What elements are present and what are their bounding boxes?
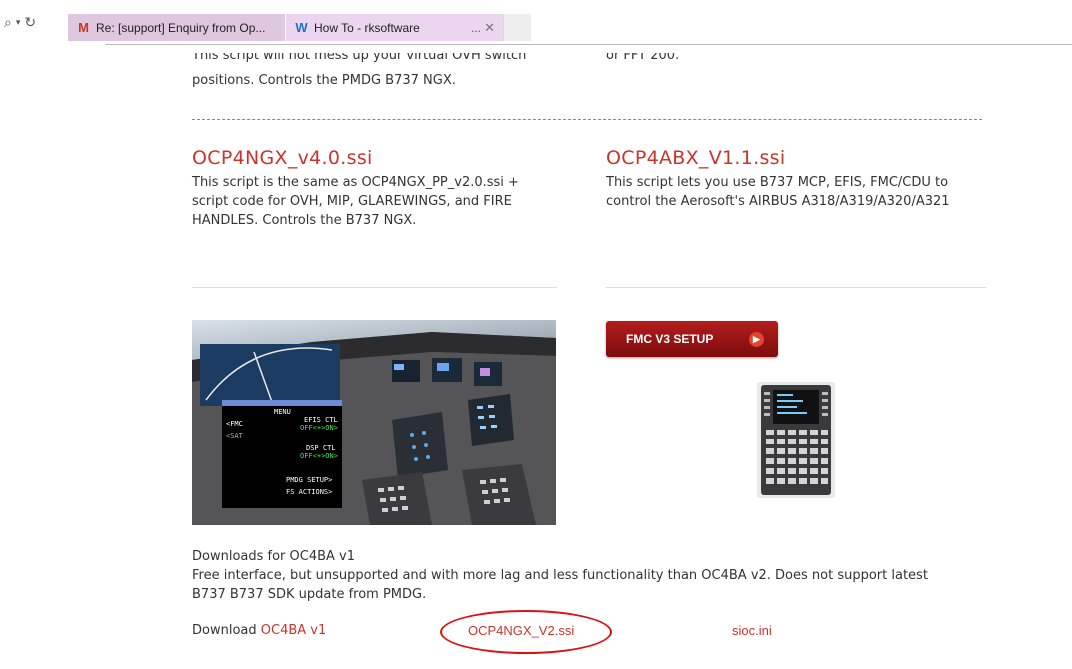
sioc-ini-link-wrap: sioc.ini	[732, 621, 772, 641]
right-card-desc: This script lets you use B737 MCP, EFIS,…	[606, 173, 950, 211]
fmc-button-label: FMC V3 SETUP	[626, 332, 714, 346]
tab-gmail[interactable]: M Re: [support] Enquiry from Op...	[68, 14, 285, 41]
intro-text: positions. Controls the PMDG B737 NGX.	[192, 73, 456, 88]
fmc-unit-illustration	[757, 382, 835, 498]
download-label: Download	[192, 623, 257, 638]
tab-label: How To - rksoftware	[314, 20, 420, 35]
tab-rksoftware[interactable]: W How To - rksoftware ... ✕	[286, 14, 503, 41]
downloads-desc-2: B737 B737 SDK update from PMDG.	[192, 587, 427, 602]
w-icon: W	[295, 20, 308, 35]
downloads-desc-1: Free interface, but unsupported and with…	[192, 568, 928, 583]
fs-actions-text: FS ACTIONS>	[286, 488, 333, 496]
desc-line: HANDLES. Controls the B737 NGX.	[192, 213, 417, 228]
intro-cut-line: This script will not mess up your virtua…	[192, 53, 527, 63]
dropdown-arrow-icon[interactable]: ▾	[16, 14, 21, 32]
fmc-hardware-photo	[757, 382, 835, 498]
address-tools: ⌕ ▾ ↻	[4, 14, 36, 32]
search-icon[interactable]: ⌕	[4, 14, 12, 32]
downloads-heading: Downloads for OC4BA v1	[192, 549, 356, 564]
chevron-right-icon: ▶	[749, 332, 764, 347]
efis-ctl-text: EFIS CTL	[304, 416, 338, 424]
dsp-ctl-text: DSP CTL	[306, 444, 336, 452]
page-content: This script will not mess up your virtua…	[0, 45, 1072, 669]
download-row: Download OC4BA v1	[192, 621, 326, 640]
desc-line: This script lets you use B737 MCP, EFIS,…	[606, 175, 949, 190]
new-tab-button[interactable]	[503, 14, 531, 41]
tab-label: Re: [support] Enquiry from Op...	[96, 20, 266, 35]
close-icon[interactable]: ✕	[484, 20, 495, 36]
refresh-icon[interactable]: ↻	[24, 14, 36, 32]
cockpit-photo: MENU <FMC <SAT EFIS CTL OFF<+>ON> DSP CT…	[192, 320, 556, 525]
pmdg-setup-text: PMDG SETUP>	[286, 476, 333, 484]
dashed-divider	[192, 119, 982, 120]
left-card-divider	[192, 287, 557, 288]
tab-ellipsis: ...	[470, 21, 481, 35]
sioc-ini-link[interactable]: sioc.ini	[732, 623, 772, 638]
oc4ba-v1-link[interactable]: OC4BA v1	[261, 623, 327, 638]
gmail-icon: M	[78, 20, 89, 35]
intro-right-cut-line: or FFT 200.	[606, 53, 680, 63]
left-card-desc: This script is the same as OCP4NGX_PP_v2…	[192, 173, 519, 230]
browser-tab-bar: ⌕ ▾ ↻ M Re: [support] Enquiry from Op...…	[0, 0, 1072, 44]
intro-right-cut: or FFT 200.	[606, 53, 726, 67]
intro-text-cut: This script will not mess up your virtua…	[192, 53, 572, 67]
fmc-v3-setup-button[interactable]: FMC V3 SETUP ▶	[606, 321, 778, 357]
desc-line: script code for OVH, MIP, GLAREWINGS, an…	[192, 194, 512, 209]
efis-state-text: OFF<+>ON>	[300, 424, 338, 432]
menu-text: MENU	[274, 408, 291, 416]
left-card-title[interactable]: OCP4NGX_v4.0.ssi	[192, 147, 373, 169]
right-card-divider	[606, 287, 986, 288]
fmc-text: <FMC	[226, 420, 243, 428]
highlight-circle-annotation	[440, 610, 612, 654]
right-card-title[interactable]: OCP4ABX_V1.1.ssi	[606, 147, 785, 169]
cockpit-fmc-overlay: MENU <FMC <SAT EFIS CTL OFF<+>ON> DSP CT…	[192, 320, 556, 525]
dsp-state-text: OFF<+>ON>	[300, 452, 338, 460]
desc-line: control the Aerosoft's AIRBUS A318/A319/…	[606, 194, 950, 209]
sat-text: <SAT	[226, 432, 243, 440]
desc-line: This script is the same as OCP4NGX_PP_v2…	[192, 175, 519, 190]
